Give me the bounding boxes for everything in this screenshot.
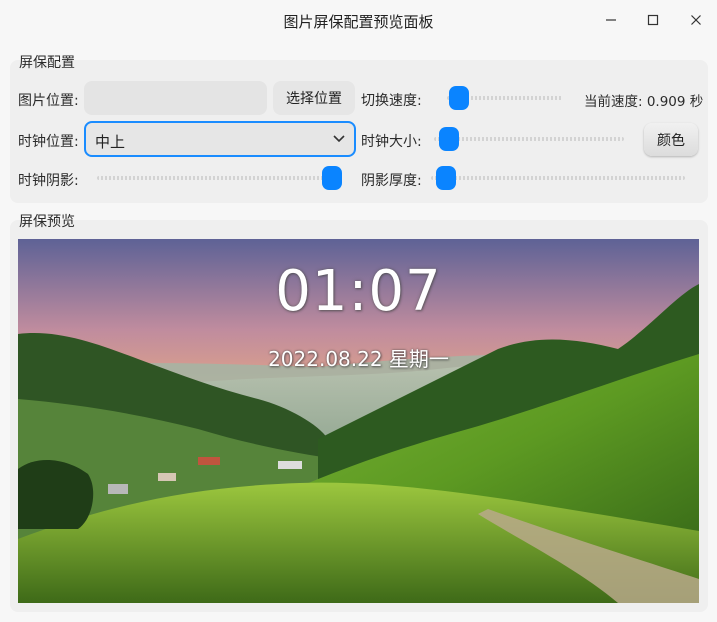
image-location-field[interactable] [84,81,267,115]
close-icon [691,15,701,25]
preview-clock-date: 2022.08.22 星期一 [268,347,449,371]
current-speed-text: 当前速度: 0.909 秒 [584,94,704,110]
maximize-button[interactable] [640,8,666,32]
slider-handle[interactable] [322,166,342,190]
select-location-button[interactable]: 选择位置 [273,81,355,115]
close-button[interactable] [683,8,709,32]
shadow-thickness-label: 阴影厚度: [361,173,422,189]
screensaver-preview: 01:07 2022.08.22 星期一 [18,239,699,603]
clock-position-select[interactable]: 中上 [84,121,356,157]
minimize-button[interactable] [598,8,624,32]
maximize-icon [647,14,659,26]
switch-speed-label: 切换速度: [361,93,422,109]
preview-group-title: 屏保预览 [19,214,75,230]
color-button[interactable]: 颜色 [644,123,698,156]
clock-position-label: 时钟位置: [18,134,79,150]
slider-handle[interactable] [435,166,456,190]
chevron-down-icon [333,135,345,143]
title-bar: 图片屏保配置预览面板 [0,0,717,40]
minimize-icon [606,19,616,21]
clock-position-value: 中上 [95,133,126,151]
slider-track [434,137,624,141]
shadow-thickness-slider[interactable] [431,166,685,190]
slider-handle[interactable] [439,127,460,151]
clock-shadow-slider[interactable] [97,166,342,190]
switch-speed-slider[interactable] [447,86,563,110]
slider-track [431,176,685,180]
clock-size-slider[interactable] [434,127,624,151]
config-group-title: 屏保配置 [19,55,75,71]
image-location-label: 图片位置: [18,93,79,109]
preview-clock-time: 01:07 [275,259,442,324]
clock-shadow-label: 时钟阴影: [18,173,79,189]
slider-track [97,176,342,180]
clock-size-label: 时钟大小: [361,134,422,150]
slider-handle[interactable] [448,86,469,110]
